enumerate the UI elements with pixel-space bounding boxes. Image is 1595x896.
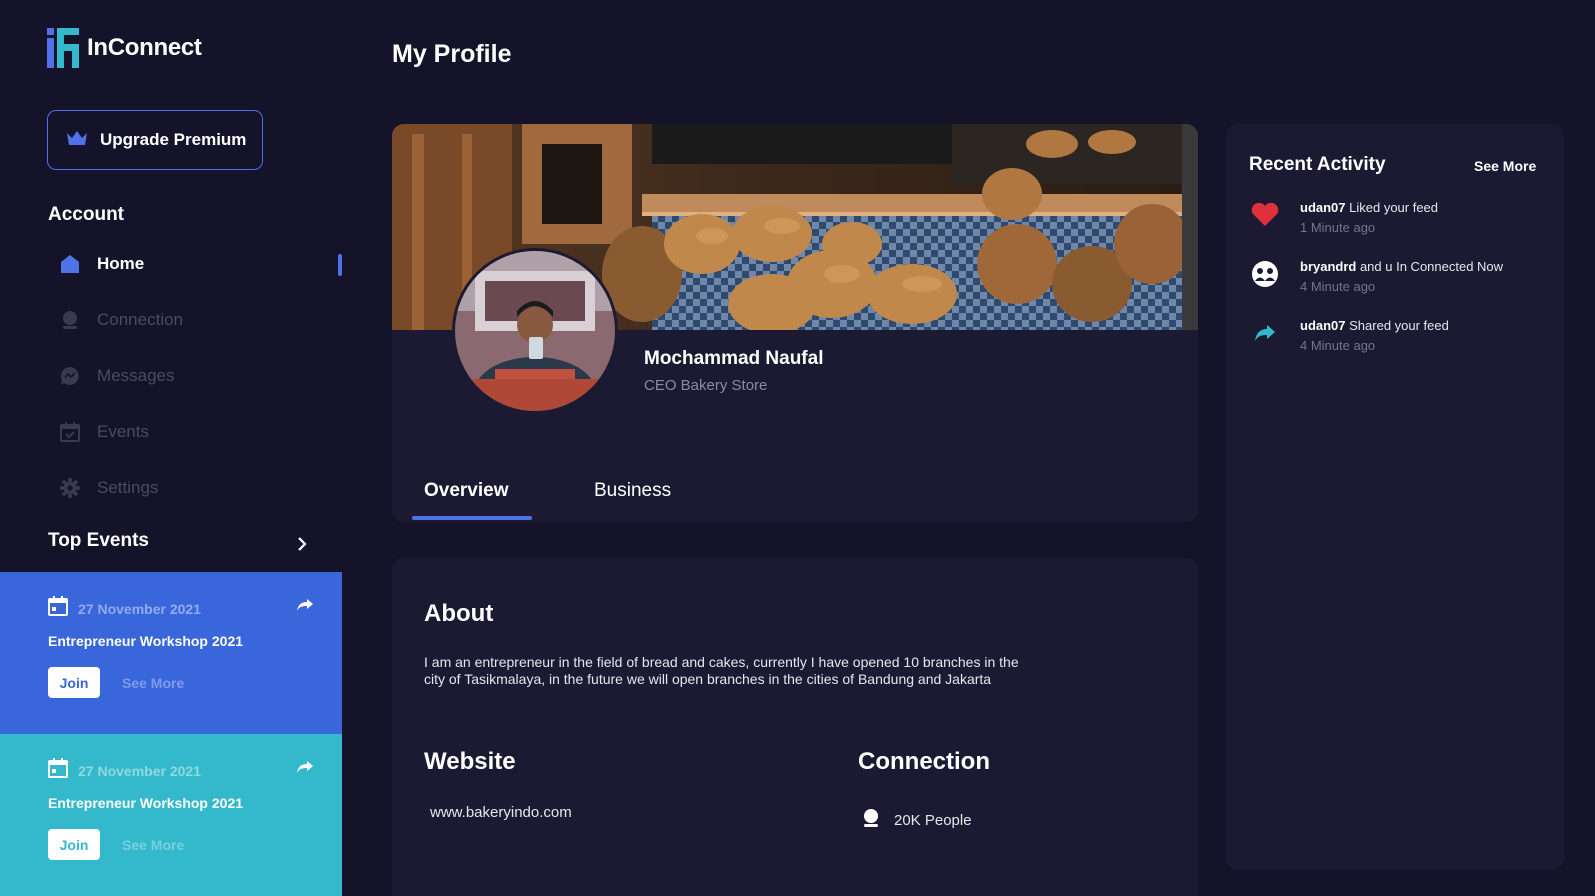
activity-item[interactable]: udan07 Shared your feed 4 Minute ago xyxy=(1250,318,1550,353)
chat-icon xyxy=(60,366,80,386)
sidebar-item-label: Messages xyxy=(97,366,175,385)
app-name: InConnect xyxy=(87,34,202,61)
recent-activity-panel: Recent Activity See More udan07 Liked yo… xyxy=(1226,124,1564,870)
activity-user[interactable]: bryandrd xyxy=(1300,259,1356,274)
event-card[interactable]: 27 November 2021 Entrepreneur Workshop 2… xyxy=(0,572,342,734)
sidebar: InConnect Upgrade Premium Account Home C… xyxy=(0,0,342,896)
website-heading: Website xyxy=(424,748,516,775)
sidebar-item-connection[interactable]: Connection xyxy=(60,302,342,338)
see-more-button[interactable]: See More xyxy=(1474,158,1536,174)
see-more-link[interactable]: See More xyxy=(122,675,184,691)
connection-value: 20K People xyxy=(894,812,972,829)
avatar[interactable] xyxy=(452,248,618,414)
home-icon xyxy=(60,254,80,274)
event-date: 27 November 2021 xyxy=(78,762,201,779)
sidebar-item-messages[interactable]: Messages xyxy=(60,358,342,394)
activity-time: 1 Minute ago xyxy=(1300,220,1376,235)
sidebar-item-settings[interactable]: Settings xyxy=(60,470,342,506)
app-logo[interactable]: InConnect xyxy=(47,28,202,68)
gear-icon xyxy=(60,478,80,498)
active-tab-indicator xyxy=(412,516,532,520)
join-button[interactable]: Join xyxy=(48,667,100,698)
activity-time: 4 Minute ago xyxy=(1300,279,1376,294)
see-more-link[interactable]: See More xyxy=(122,837,184,853)
event-date: 27 November 2021 xyxy=(78,600,201,617)
tab-overview[interactable]: Overview xyxy=(424,480,509,502)
sidebar-item-label: Home xyxy=(97,254,145,273)
activity-text: Liked your feed xyxy=(1345,200,1439,215)
activity-time: 4 Minute ago xyxy=(1300,338,1376,353)
people-icon xyxy=(1250,259,1280,289)
profile-card: Mochammad Naufal CEO Bakery Store Overvi… xyxy=(392,124,1198,522)
connection-count: 20K People xyxy=(862,808,972,833)
activity-text: Shared your feed xyxy=(1345,318,1449,333)
user-icon xyxy=(60,310,80,330)
upgrade-premium-label: Upgrade Premium xyxy=(100,130,247,149)
activity-user[interactable]: udan07 xyxy=(1300,200,1346,215)
sidebar-item-label: Settings xyxy=(97,478,159,497)
calendar-check-icon xyxy=(60,422,80,442)
sidebar-item-events[interactable]: Events xyxy=(60,414,342,450)
activity-item[interactable]: bryandrd and u In Connected Now 4 Minute… xyxy=(1250,259,1550,294)
sidebar-item-home[interactable]: Home xyxy=(60,246,342,282)
recent-activity-heading: Recent Activity xyxy=(1249,154,1386,175)
tab-business[interactable]: Business xyxy=(594,480,671,502)
page-title: My Profile xyxy=(392,40,512,68)
join-button[interactable]: Join xyxy=(48,829,100,860)
about-heading: About xyxy=(424,600,494,627)
activity-item[interactable]: udan07 Liked your feed 1 Minute ago xyxy=(1250,200,1550,235)
profile-role: CEO Bakery Store xyxy=(644,377,768,394)
account-heading: Account xyxy=(48,204,124,225)
profile-name: Mochammad Naufal xyxy=(644,348,824,369)
share-icon[interactable] xyxy=(296,598,314,617)
top-events-heading: Top Events xyxy=(48,530,149,551)
calendar-icon xyxy=(48,758,68,783)
about-text: I am an entrepreneur in the field of bre… xyxy=(424,654,1019,687)
upgrade-premium-button[interactable]: Upgrade Premium xyxy=(47,110,263,170)
logo-icon xyxy=(47,28,79,68)
sidebar-item-label: Connection xyxy=(97,310,184,329)
sidebar-item-label: Events xyxy=(97,422,149,441)
event-title: Entrepreneur Workshop 2021 xyxy=(48,795,244,811)
about-card: About I am an entrepreneur in the field … xyxy=(392,558,1198,896)
event-title: Entrepreneur Workshop 2021 xyxy=(48,633,244,649)
user-icon xyxy=(862,808,880,833)
crown-icon xyxy=(66,130,88,151)
chevron-right-icon[interactable] xyxy=(296,536,308,557)
calendar-icon xyxy=(48,596,68,621)
share-icon xyxy=(1250,318,1280,348)
connection-heading: Connection xyxy=(858,748,990,775)
heart-icon xyxy=(1250,200,1280,230)
share-icon[interactable] xyxy=(296,760,314,779)
activity-user[interactable]: udan07 xyxy=(1300,318,1346,333)
website-link[interactable]: www.bakeryindo.com xyxy=(430,804,572,821)
active-indicator xyxy=(338,254,342,276)
activity-text: and u In Connected Now xyxy=(1356,259,1504,274)
event-card[interactable]: 27 November 2021 Entrepreneur Workshop 2… xyxy=(0,734,342,896)
